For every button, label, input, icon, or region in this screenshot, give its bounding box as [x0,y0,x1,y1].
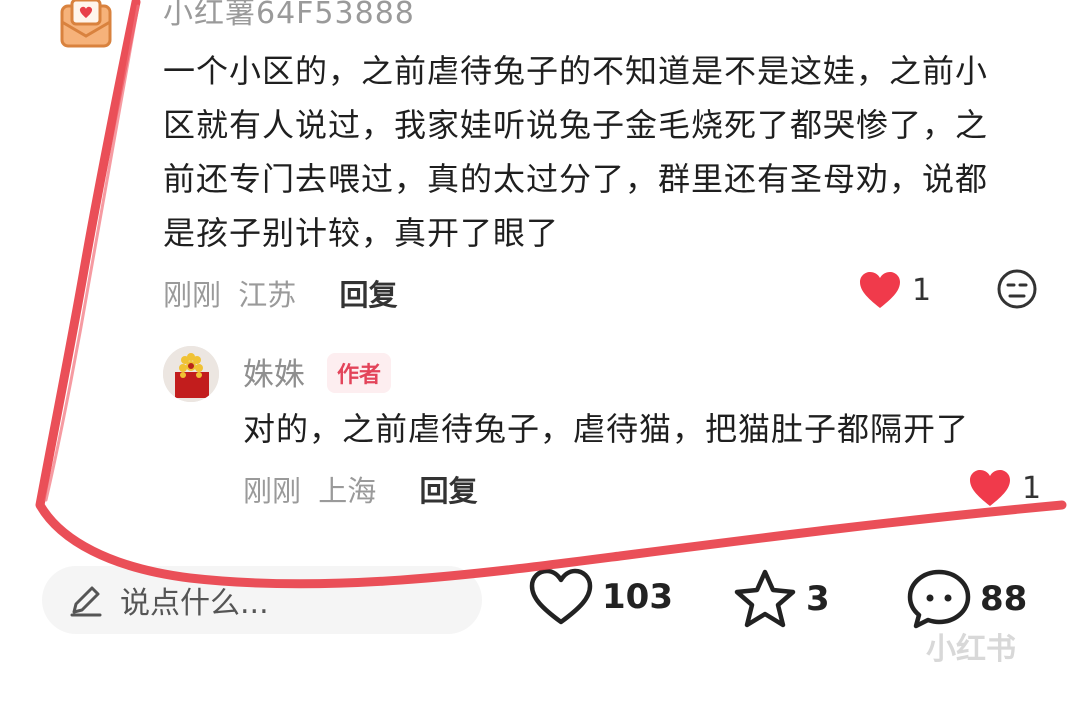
reply-reply-button[interactable]: 回复 [419,474,477,508]
comment-input-placeholder: 说点什么... [120,586,269,621]
emoji-reaction-button[interactable] [996,268,1038,310]
comment-body: 一个小区的，之前虐待兔子的不知道是不是这娃，之前小 区就有人说过，我家娃听说兔子… [163,44,1043,260]
comment-reply-button[interactable]: 回复 [339,278,397,312]
star-count: 3 [806,579,830,619]
heart-outline-icon [529,568,593,625]
author-badge: 作者 [327,353,392,393]
heart-icon [970,470,1010,506]
flower-avatar-icon [163,346,219,402]
comment-line: 一个小区的，之前虐待兔子的不知道是不是这娃，之前小 [163,52,989,90]
reply-like-count: 1 [1022,470,1042,506]
pencil-icon [70,586,102,617]
comment-line: 区就有人说过，我家娃听说兔子金毛烧死了都哭惨了，之 [163,106,989,144]
heart-icon [860,272,900,308]
like-post-button[interactable]: 103 [528,568,673,626]
reply-location: 上海 [318,474,377,508]
chat-bubble-icon [907,569,971,629]
comment-count: 88 [980,579,1028,619]
comment-like-button[interactable]: 1 [858,270,931,310]
comment-like-count: 1 [912,272,932,308]
comment-time: 刚刚 [163,278,222,312]
face-icon [997,269,1037,309]
star-post-button[interactable]: 3 [732,568,830,630]
reply-username[interactable]: 姝姝 [243,349,305,394]
comment-line: 前还专门去喂过，真的太过分了，群里还有圣母劝，说都 [163,160,989,198]
reply-avatar[interactable] [163,346,219,402]
comment-location: 江苏 [238,278,297,312]
comment-line: 是孩子别计较，真开了眼了 [163,214,560,252]
reply-like-button[interactable]: 1 [968,468,1041,508]
like-count: 103 [602,577,673,617]
user-avatar[interactable] [58,0,114,50]
reply-meta: 刚刚 上海 回复 [243,468,477,510]
comment-username[interactable]: 小红薯64F53888 [163,0,415,32]
comment-meta: 刚刚 江苏 回复 [163,272,397,314]
reply-body: 对的，之前虐待兔子，虐待猫，把猫肚子都隔开了 [243,410,970,448]
comment-input[interactable]: 说点什么... [42,566,482,634]
comment-post-button[interactable]: 88 [906,568,1027,630]
watermark-logo: 小红书 [926,632,1016,667]
envelope-heart-icon [60,0,112,48]
reply-time: 刚刚 [243,474,302,508]
star-outline-icon [734,569,796,628]
